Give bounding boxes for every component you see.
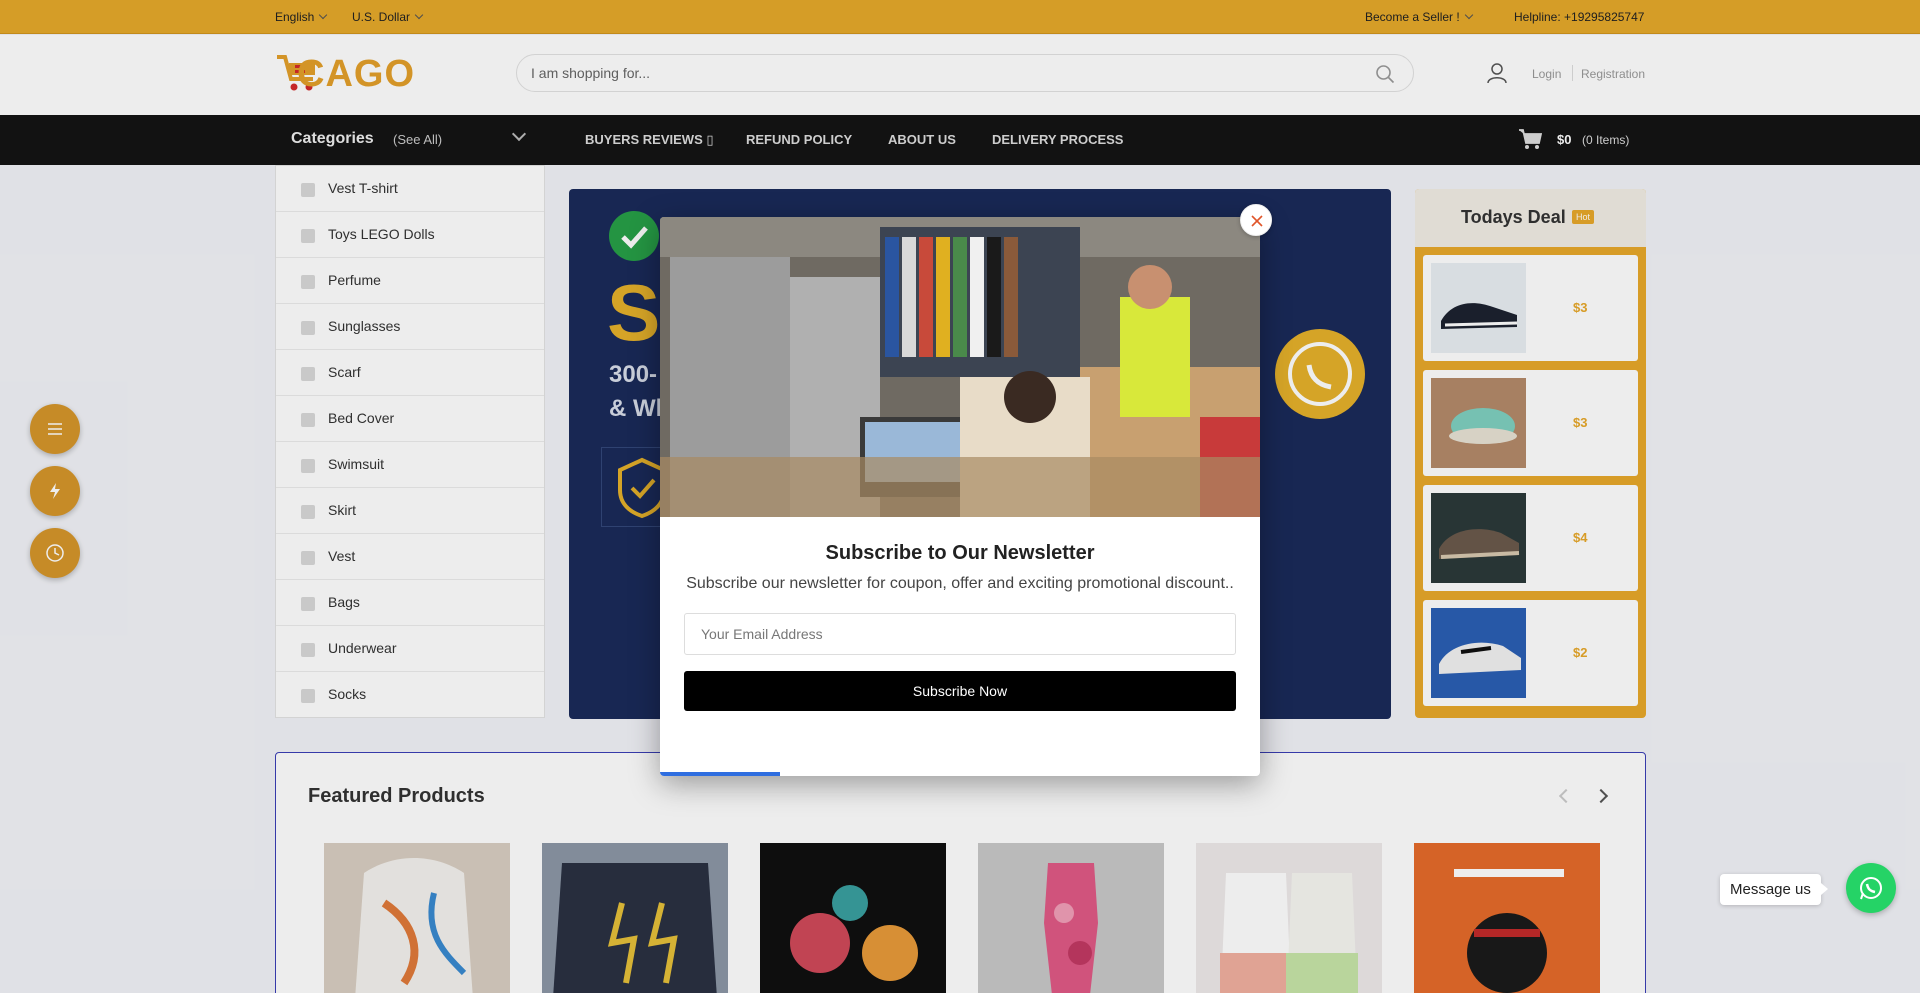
email-input[interactable] — [684, 613, 1236, 655]
modal-description: Subscribe our newsletter for coupon, off… — [686, 575, 1234, 592]
progress-fill — [660, 772, 780, 776]
close-icon — [1251, 215, 1263, 227]
modal-title: Subscribe to Our Newsletter — [825, 542, 1095, 564]
whatsapp-chat-button[interactable] — [1846, 863, 1896, 913]
subscribe-button[interactable]: Subscribe Now — [684, 671, 1236, 711]
message-us-label[interactable]: Message us — [1720, 874, 1828, 905]
newsletter-modal: Subscribe to Our Newsletter Subscribe ou… — [660, 217, 1260, 776]
warehouse-photo — [660, 217, 1260, 517]
whatsapp-icon — [1860, 877, 1882, 900]
modal-timer-progress — [660, 772, 1260, 776]
close-modal-button[interactable] — [1240, 204, 1272, 236]
